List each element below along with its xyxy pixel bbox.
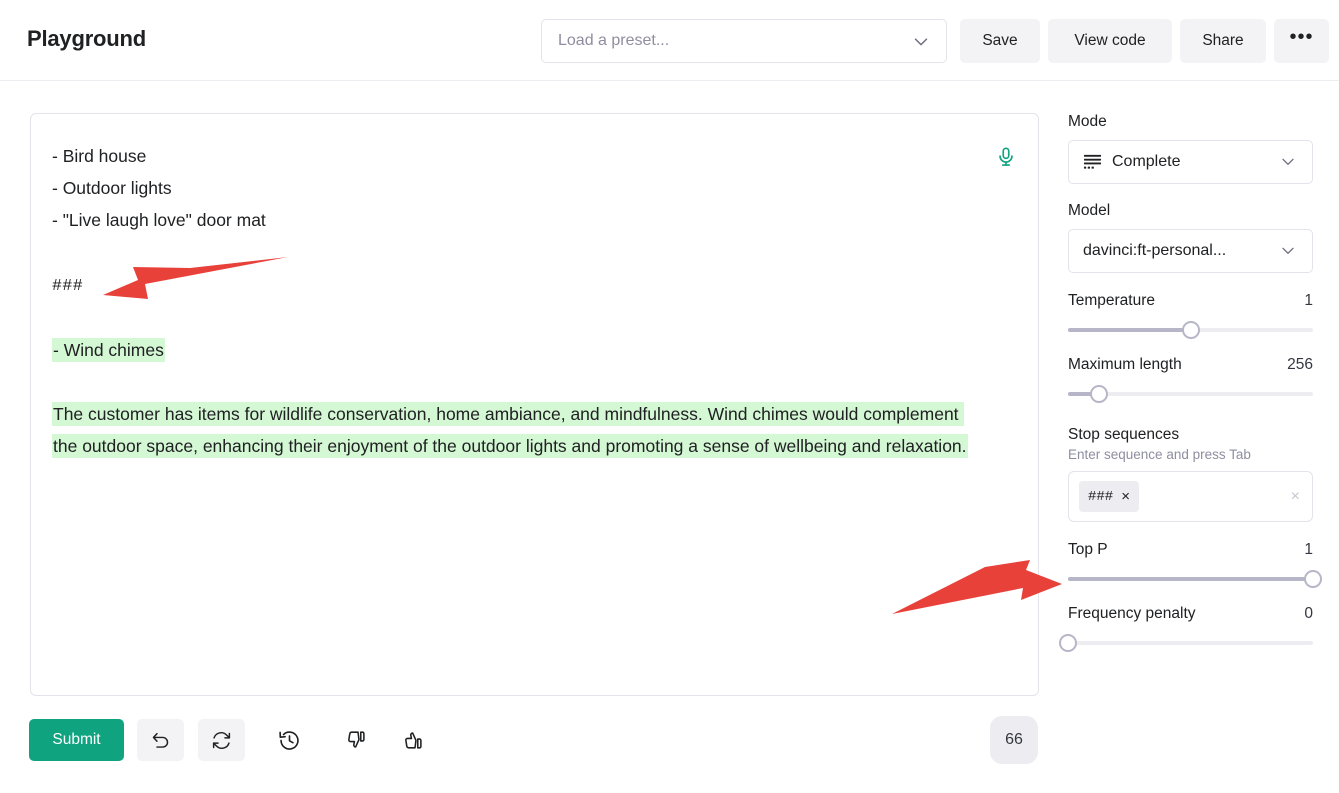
thumbs-up-icon[interactable] [392, 719, 434, 761]
prompt-line: - Wind chimes [52, 334, 982, 366]
mode-label: Mode [1068, 113, 1107, 130]
top-p-label: Top P [1068, 541, 1108, 558]
prompt-line: - "Live laugh love" door mat [52, 204, 982, 236]
maximum-length-row: Maximum length 256 [1068, 356, 1313, 374]
maximum-length-value: 256 [1287, 356, 1313, 373]
prompt-editor[interactable]: - Bird house - Outdoor lights - "Live laug… [30, 113, 1039, 696]
chevron-down-icon [1278, 151, 1300, 173]
prompt-text[interactable]: - Bird house - Outdoor lights - "Live laug… [52, 140, 982, 462]
prompt-line: ### [52, 268, 982, 302]
stop-sequence-chip[interactable]: ### × [1079, 481, 1139, 512]
stop-sequences-hint: Enter sequence and press Tab [1068, 447, 1251, 462]
prompt-line: The customer has items for wildlife cons… [52, 398, 982, 462]
chevron-down-icon [1278, 240, 1300, 262]
undo-icon[interactable] [137, 719, 184, 761]
slider-thumb[interactable] [1059, 634, 1077, 652]
prompt-text-span: ### [52, 276, 84, 295]
stop-sequences-label: Stop sequences [1068, 426, 1180, 443]
top-p-slider[interactable] [1068, 568, 1322, 590]
share-button[interactable]: Share [1180, 19, 1266, 63]
prompt-line [52, 236, 982, 268]
slider-fill [1068, 328, 1191, 332]
temperature-label: Temperature [1068, 292, 1156, 309]
frequency-penalty-row: Frequency penalty 0 [1068, 605, 1313, 623]
slider-rail [1068, 641, 1313, 645]
temperature-row: Temperature 1 [1068, 292, 1313, 310]
slider-fill [1068, 577, 1313, 581]
maximum-length-label: Maximum length [1068, 356, 1182, 373]
thumbs-down-icon[interactable] [335, 719, 377, 761]
app-header: Playground Load a preset... Save View co… [0, 0, 1339, 81]
submit-button[interactable]: Submit [29, 719, 124, 761]
model-select[interactable]: davinci:ft-personal... [1068, 229, 1313, 273]
top-p-value: 1 [1304, 541, 1313, 558]
temperature-slider[interactable] [1068, 319, 1313, 341]
prompt-text-span: - Bird house [52, 146, 147, 166]
preset-placeholder: Load a preset... [558, 32, 670, 49]
save-button[interactable]: Save [960, 19, 1040, 63]
frequency-penalty-label: Frequency penalty [1068, 605, 1196, 622]
chevron-down-icon [910, 30, 932, 52]
stop-sequence-chip-text: ### [1088, 488, 1114, 505]
model-value: davinci:ft-personal... [1083, 242, 1227, 259]
token-count-badge: 66 [990, 716, 1038, 764]
model-label: Model [1068, 202, 1111, 219]
prompt-line [52, 366, 982, 398]
slider-thumb[interactable] [1304, 570, 1322, 588]
frequency-penalty-slider[interactable] [1059, 632, 1313, 654]
prompt-text-span: - "Live laugh love" door mat [52, 210, 266, 230]
mode-value: Complete [1112, 153, 1181, 170]
history-icon[interactable] [268, 719, 310, 761]
slider-thumb[interactable] [1181, 321, 1200, 339]
microphone-icon[interactable] [995, 145, 1017, 169]
completion-text: - Wind chimes [52, 338, 165, 362]
prompt-text-span: - Outdoor lights [52, 178, 172, 198]
preset-select[interactable]: Load a preset... [541, 19, 947, 63]
prompt-line: - Outdoor lights [52, 172, 982, 204]
settings-panel: Mode Complete Model davinci:ft-personal.… [1059, 113, 1322, 654]
complete-mode-icon [1083, 153, 1102, 172]
top-p-row: Top P 1 [1068, 541, 1313, 559]
frequency-penalty-value: 0 [1304, 605, 1313, 622]
clear-all-icon[interactable]: × [1291, 488, 1300, 505]
stop-sequences-input[interactable]: ### × × [1068, 471, 1313, 522]
more-options-button[interactable]: ••• [1274, 19, 1329, 63]
view-code-button[interactable]: View code [1048, 19, 1172, 63]
close-icon[interactable]: × [1121, 489, 1130, 504]
prompt-line [52, 302, 982, 334]
regenerate-icon[interactable] [198, 719, 245, 761]
temperature-value: 1 [1304, 292, 1313, 309]
maximum-length-slider[interactable] [1068, 383, 1313, 405]
prompt-line: - Bird house [52, 140, 982, 172]
slider-thumb[interactable] [1089, 385, 1108, 403]
mode-select[interactable]: Complete [1068, 140, 1313, 184]
completion-text: The customer has items for wildlife cons… [52, 402, 968, 458]
page-title: Playground [27, 26, 147, 51]
